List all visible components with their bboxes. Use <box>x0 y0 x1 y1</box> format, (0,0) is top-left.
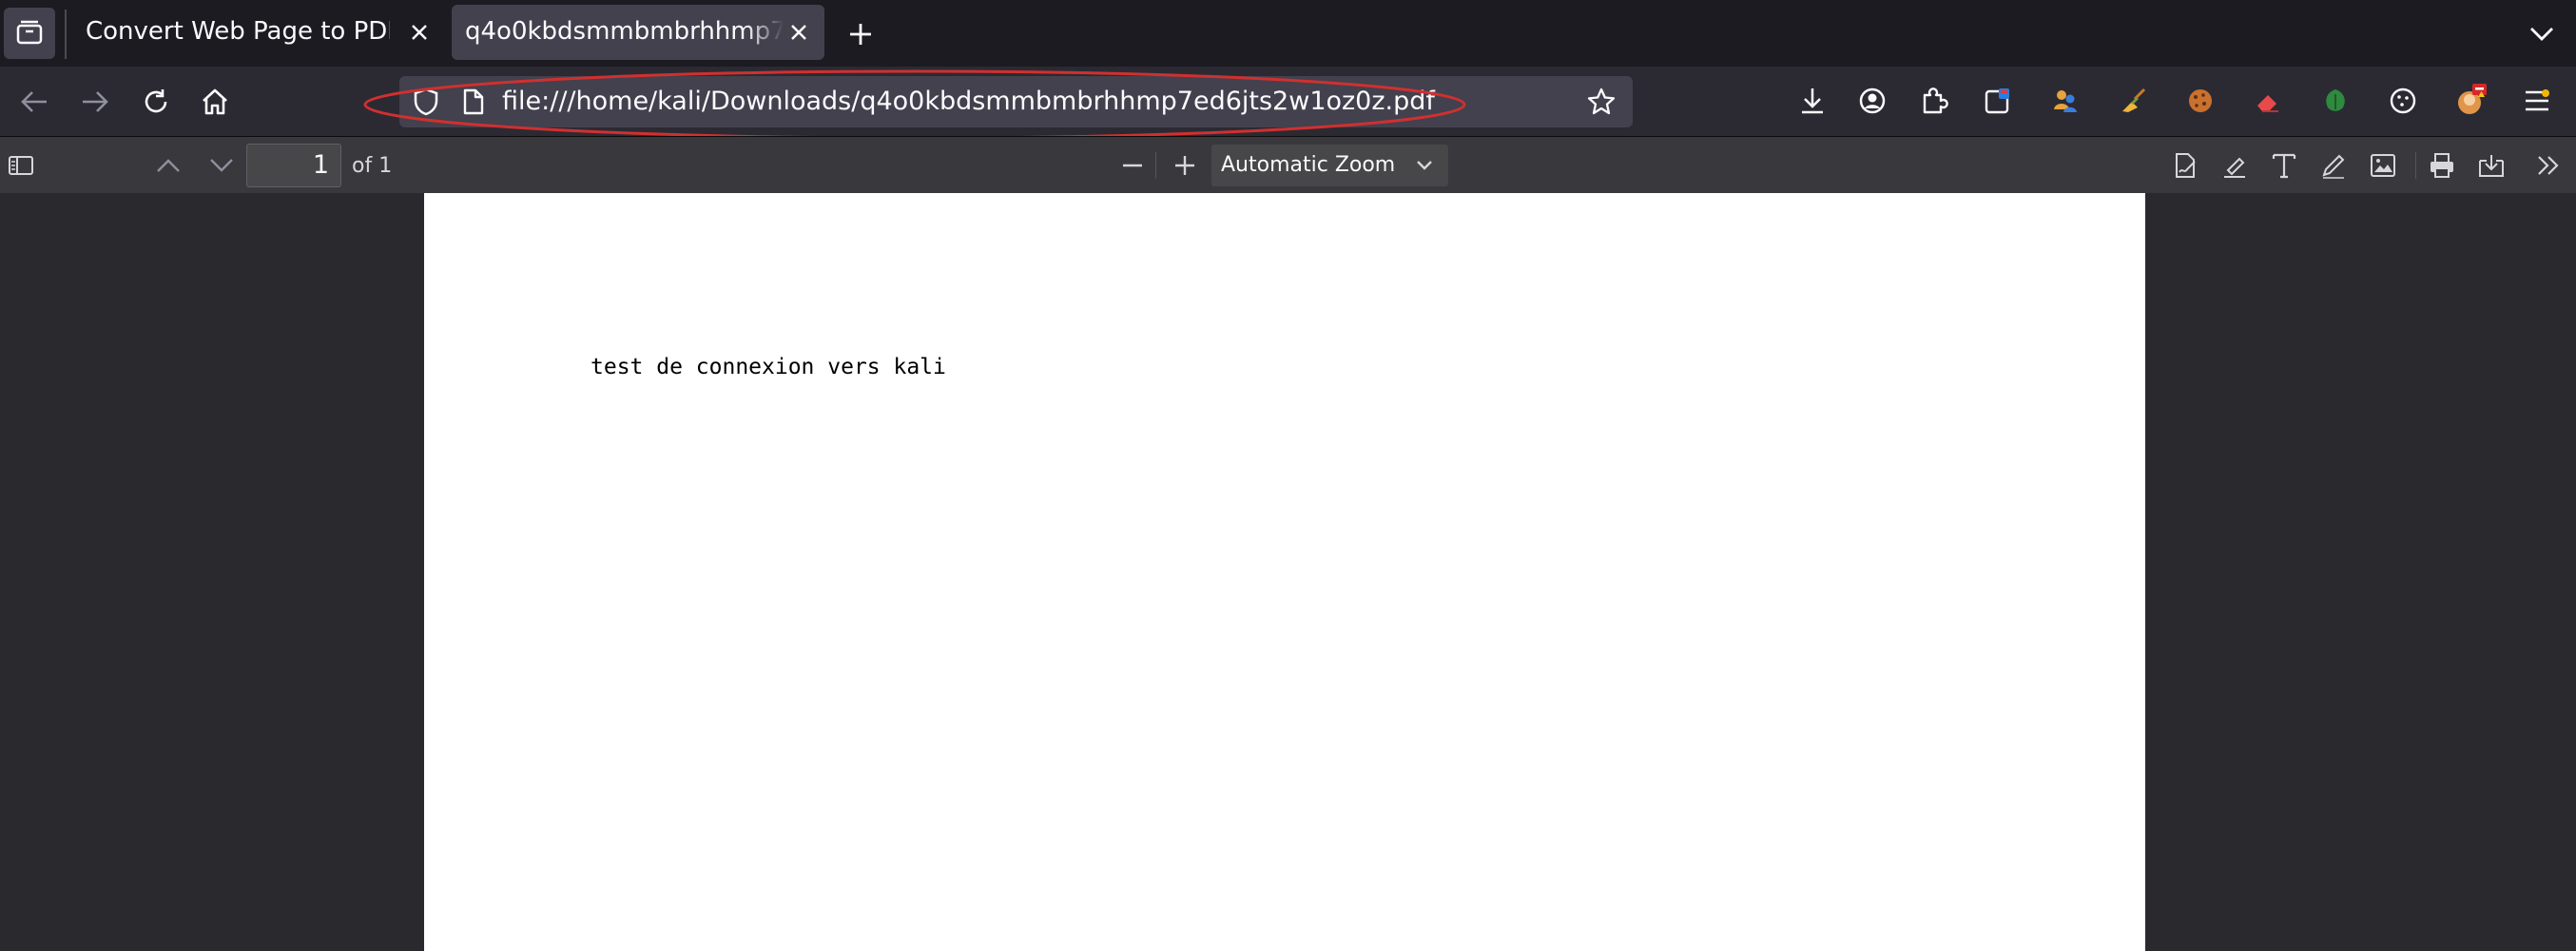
extension-cookie-button[interactable] <box>2179 80 2221 122</box>
draw-button[interactable] <box>2315 146 2353 184</box>
tab-title: Convert Web Page to PDF <box>86 17 390 46</box>
sidebar-toggle-button[interactable] <box>2 146 40 184</box>
account-icon <box>1859 87 1886 114</box>
pdf-page: test de connexion vers kali <box>424 193 2145 951</box>
account-button[interactable] <box>1851 80 1893 122</box>
home-icon <box>203 88 227 115</box>
chevron-down-icon <box>1417 161 1432 170</box>
tab-close-button[interactable] <box>403 16 436 49</box>
tab-close-button[interactable] <box>783 16 815 49</box>
chevron-down-icon <box>210 159 233 172</box>
extensions-button[interactable] <box>1913 80 1955 122</box>
extension-cookie-outline-button[interactable] <box>2382 80 2424 122</box>
cookie-outline-icon <box>2390 87 2416 114</box>
toolbar-separator <box>2415 152 2416 179</box>
save-download-icon <box>2479 155 2504 177</box>
page-count-label: of 1 <box>352 154 393 178</box>
page-number-input[interactable]: 1 <box>246 144 341 187</box>
double-chevron-right-icon <box>2538 156 2559 175</box>
annotation-ellipse <box>363 69 1466 140</box>
broom-icon <box>2122 87 2146 112</box>
signature-icon <box>2176 153 2196 178</box>
signature-button[interactable] <box>2166 146 2204 184</box>
zoom-select[interactable]: Automatic Zoom <box>1211 145 1448 186</box>
next-page-button[interactable] <box>203 146 241 184</box>
users-extension-icon <box>2054 90 2077 112</box>
sidebar-icon <box>9 156 33 175</box>
extension-users-button[interactable] <box>2044 80 2086 122</box>
firefox-view-button[interactable] <box>4 8 55 59</box>
cookie-icon <box>2189 89 2212 112</box>
extension-avatar-button[interactable] <box>2450 80 2492 122</box>
container-extension-icon <box>1985 88 2009 114</box>
zoom-select-value: Automatic Zoom <box>1221 153 1396 177</box>
reload-button[interactable] <box>136 82 176 122</box>
tab-convert-web-page[interactable]: Convert Web Page to PDF <box>70 5 441 60</box>
minus-icon <box>1123 164 1142 167</box>
firefox-view-icon <box>16 20 43 45</box>
arrow-left-icon <box>21 91 47 112</box>
back-button[interactable] <box>14 82 54 122</box>
image-icon <box>2371 154 2395 177</box>
zoom-out-button[interactable] <box>1114 146 1152 184</box>
extension-eraser-button[interactable] <box>2247 80 2289 122</box>
highlight-button[interactable] <box>2216 146 2254 184</box>
chevron-down-icon <box>2530 28 2553 41</box>
star-icon <box>1587 87 1616 115</box>
tab-divider <box>65 10 67 59</box>
add-image-button[interactable] <box>2364 146 2402 184</box>
app-menu-button[interactable] <box>2516 80 2558 122</box>
close-icon <box>412 25 427 40</box>
forward-button[interactable] <box>75 82 115 122</box>
print-button[interactable] <box>2423 146 2461 184</box>
downloads-button[interactable] <box>1792 80 1833 122</box>
plus-icon <box>1175 156 1194 175</box>
add-text-button[interactable] <box>2265 146 2303 184</box>
save-pdf-button[interactable] <box>2472 146 2510 184</box>
pdf-viewer[interactable]: test de connexion vers kali <box>0 193 2576 951</box>
pdf-toolbar: 1 of 1 Automatic Zoom <box>0 136 2576 193</box>
tab-strip: Convert Web Page to PDF q4o0kbdsmmbmbrhh… <box>0 0 2576 67</box>
zoom-in-button[interactable] <box>1166 146 1204 184</box>
extension-container-button[interactable] <box>1977 80 2019 122</box>
close-icon <box>791 25 806 40</box>
chevron-up-icon <box>157 159 180 172</box>
bookmark-star-button[interactable] <box>1584 85 1618 119</box>
tab-pdf[interactable]: q4o0kbdsmmbmbrhhmp7ed6jts2w1oz0z.pdf <box>452 5 824 60</box>
download-icon <box>1802 88 1823 114</box>
plus-icon <box>850 24 871 45</box>
extension-green-button[interactable] <box>2315 80 2356 122</box>
arrow-right-icon <box>83 91 108 112</box>
home-button[interactable] <box>195 82 235 122</box>
pdf-text-line: test de connexion vers kali <box>591 355 946 379</box>
hamburger-menu-icon <box>2526 89 2549 111</box>
highlighter-icon <box>2224 157 2245 178</box>
list-all-tabs-button[interactable] <box>2522 14 2562 54</box>
text-icon <box>2272 153 2296 179</box>
reload-icon <box>145 89 167 113</box>
extension-broom-button[interactable] <box>2112 80 2154 122</box>
green-leaf-icon <box>2326 89 2345 111</box>
puzzle-icon <box>1923 87 1948 114</box>
new-tab-button[interactable] <box>841 14 881 54</box>
tab-title: q4o0kbdsmmbmbrhhmp7ed6jts2w1oz0z.pdf <box>465 17 784 46</box>
tools-menu-button[interactable] <box>2529 146 2567 184</box>
pen-icon <box>2322 154 2345 179</box>
previous-page-button[interactable] <box>149 146 187 184</box>
printer-icon <box>2431 153 2453 178</box>
eraser-icon <box>2257 95 2278 112</box>
toolbar-separator <box>1155 152 1156 179</box>
avatar-extension-icon <box>2458 84 2487 114</box>
